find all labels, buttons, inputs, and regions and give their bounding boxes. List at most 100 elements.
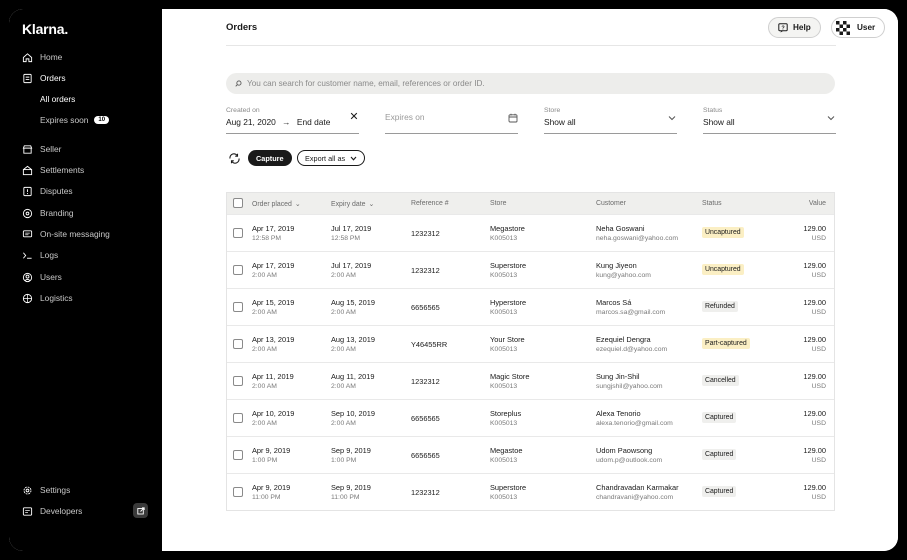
avatar [835,19,851,36]
store-cell: Superstore K005013 [490,261,527,279]
sidebar-item-orders[interactable]: Orders [21,70,66,86]
users-icon [21,271,33,283]
expires-on-filter[interactable]: Expires on [385,107,518,134]
sidebar-item-label: Home [40,52,63,62]
sidebar-item-branding[interactable]: Branding [21,205,74,221]
sidebar-item-on-site-messaging[interactable]: On-site messaging [21,226,110,242]
store-filter[interactable]: Store Show all [544,107,677,134]
help-button[interactable]: ? Help [768,17,821,38]
value-cell: 129.00 USD [803,224,826,242]
value-cell: 129.00 USD [803,372,826,390]
logistics-icon [21,292,33,304]
sidebar-subitem-all-orders[interactable]: All orders [40,92,75,106]
status-badge: Cancelled [702,375,739,386]
main-content: Orders ? Help User You can search for cu… [162,9,898,551]
row-checkbox[interactable] [233,450,243,460]
logs-icon [21,249,33,261]
row-checkbox[interactable] [233,265,243,275]
clear-icon[interactable]: ✕ [349,111,359,123]
expiry-date-cell: Aug 11, 2019 2:00 AM [331,372,375,390]
search-placeholder: You can search for customer name, email,… [247,79,485,88]
order-placed-cell: Apr 17, 2019 12:58 PM [252,224,295,242]
customer-cell: Marcos Sá marcos.sa@gmail.com [596,298,666,316]
column-header-expiry-date[interactable]: Expiry date ⌄ [331,200,374,208]
table-row[interactable]: Apr 9, 2019 11:00 PM Sep 9, 2019 11:00 PM 12… [227,473,834,510]
status-badge: Part-captured [702,338,750,349]
user-button[interactable]: User [831,17,886,38]
status-badge: Captured [702,486,737,497]
reference-cell: 6656565 [411,414,440,423]
expiry-date-cell: Sep 9, 2019 1:00 PM [331,446,371,464]
column-header-order-placed[interactable]: Order placed ⌄ [252,200,301,208]
sort-chevron-icon: ⌄ [294,201,301,208]
store-cell: Megastoe K005013 [490,446,523,464]
refresh-icon[interactable] [226,150,242,166]
table-row[interactable]: Apr 11, 2019 2:00 AM Aug 11, 2019 2:00 AM 12… [227,362,834,399]
row-checkbox[interactable] [233,228,243,238]
sidebar-item-logs[interactable]: Logs [21,247,58,263]
store-cell: Magic Store K005013 [490,372,530,390]
orders-icon [21,72,33,84]
table-row[interactable]: Apr 17, 2019 12:58 PM Jul 17, 2019 12:58 PM… [227,214,834,251]
reference-cell: 1232312 [411,229,440,238]
calendar-icon [508,113,518,123]
sidebar-subitem-expires-soon[interactable]: Expires soon 10 [40,113,110,127]
status-badge: Uncaptured [702,227,744,238]
filter-label: Created on [226,107,260,114]
customer-cell: Ezequiel Dengra ezequiel.d@yahoo.com [596,335,668,353]
column-header-status: Status [702,200,722,207]
table-row[interactable]: Apr 15, 2019 2:00 AM Aug 15, 2019 2:00 AM 66… [227,288,834,325]
value-cell: 129.00 USD [803,298,826,316]
status-badge: Captured [702,412,737,423]
sidebar-item-settings[interactable]: Settings [21,482,70,498]
export-dropdown[interactable]: Export all as [297,150,366,166]
expiry-date-cell: Jul 17, 2019 12:58 PM [331,224,372,242]
customer-cell: Alexa Tenorio alexa.tenorio@gmail.com [596,409,673,427]
sort-chevron-icon: ⌄ [368,201,375,208]
chevron-down-icon [350,156,357,161]
external-link-button[interactable] [133,503,148,518]
table-row[interactable]: Apr 9, 2019 1:00 PM Sep 9, 2019 1:00 PM 6656… [227,436,834,473]
status-cell: Uncaptured [702,264,744,275]
filter-label: Status [703,107,723,114]
sidebar-item-developers[interactable]: Developers [21,503,82,519]
order-placed-cell: Apr 9, 2019 11:00 PM [252,483,291,501]
header-divider [226,45,836,46]
customer-cell: Sung Jin-Shil sungjshil@yahoo.com [596,372,663,390]
row-checkbox[interactable] [233,487,243,497]
table-header: Order placed ⌄ Expiry date ⌄ Reference # S… [227,193,834,214]
status-filter[interactable]: Status Show all [703,107,836,134]
row-checkbox[interactable] [233,413,243,423]
row-checkbox[interactable] [233,376,243,386]
row-checkbox[interactable] [233,302,243,312]
sidebar-item-disputes[interactable]: Disputes [21,183,73,199]
sidebar-item-seller[interactable]: Seller [21,141,61,157]
status-badge: Refunded [702,301,738,312]
table-row[interactable]: Apr 10, 2019 2:00 AM Sep 10, 2019 2:00 AM 66… [227,399,834,436]
sidebar-item-users[interactable]: Users [21,269,62,285]
order-placed-cell: Apr 10, 2019 2:00 AM [252,409,295,427]
table-row[interactable]: Apr 13, 2019 2:00 AM Aug 13, 2019 2:00 AM Y4… [227,325,834,362]
store-cell: Superstore K005013 [490,483,527,501]
sidebar-item-settlements[interactable]: Settlements [21,162,84,178]
status-cell: Refunded [702,301,738,312]
search-input[interactable]: You can search for customer name, email,… [226,73,835,94]
filter-value: Show all [544,117,576,127]
reference-cell: 6656565 [411,451,440,460]
table-row[interactable]: Apr 17, 2019 2:00 AM Jul 17, 2019 2:00 AM 12… [227,251,834,288]
created-on-filter[interactable]: Created on Aug 21, 2020 → End date ✕ [226,107,359,134]
sidebar-item-label: Orders [40,73,66,83]
row-checkbox[interactable] [233,339,243,349]
sidebar-item-home[interactable]: Home [21,49,62,65]
gear-icon [21,484,33,496]
status-cell: Uncaptured [702,227,744,238]
sidebar-item-logistics[interactable]: Logistics [21,290,73,306]
status-cell: Cancelled [702,375,739,386]
value-cell: 129.00 USD [803,409,826,427]
customer-cell: Kung Jiyeon kung@yahoo.com [596,261,651,279]
status-badge: Uncaptured [702,264,744,275]
store-cell: Your Store K005013 [490,335,525,353]
page-title: Orders [226,22,258,33]
select-all-checkbox[interactable] [233,198,243,208]
capture-button[interactable]: Capture [248,150,292,166]
